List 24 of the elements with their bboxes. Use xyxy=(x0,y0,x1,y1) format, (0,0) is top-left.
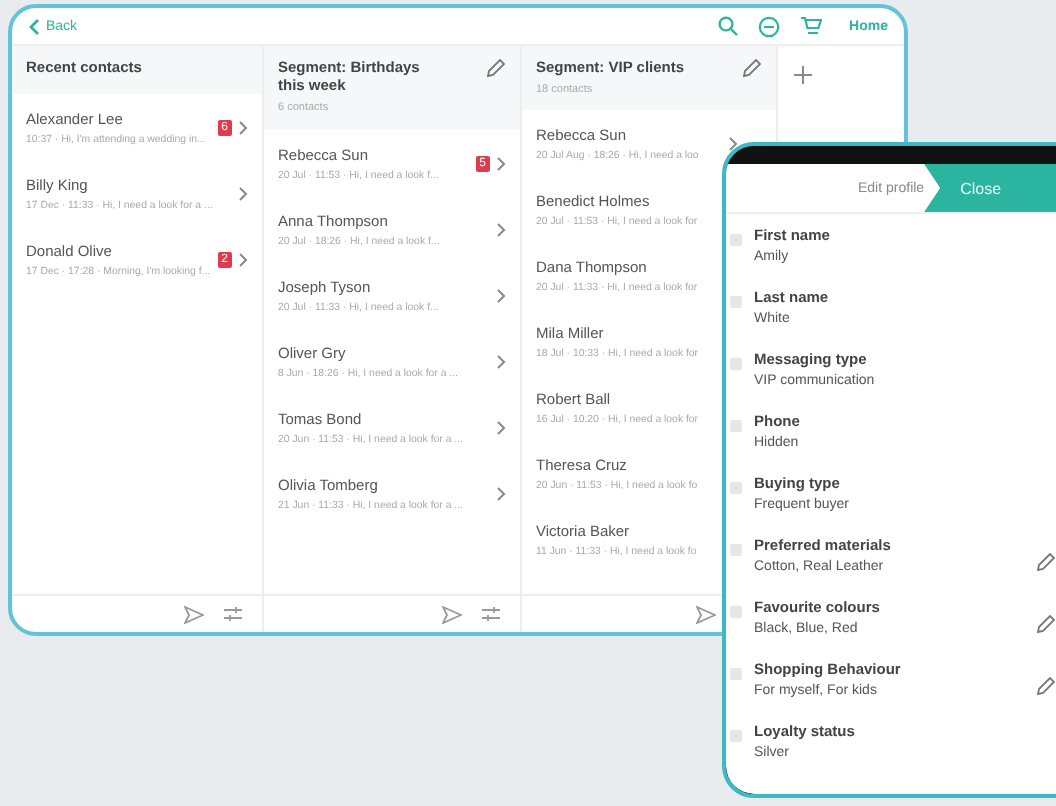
search-icon[interactable] xyxy=(717,16,738,36)
field-marker-icon xyxy=(730,730,742,742)
field-marker-icon xyxy=(730,668,742,680)
cart-icon[interactable] xyxy=(799,16,822,36)
send-icon[interactable] xyxy=(184,605,204,623)
pencil-icon[interactable] xyxy=(1036,613,1056,633)
pencil-icon[interactable] xyxy=(1036,675,1056,695)
field-marker-icon xyxy=(730,544,742,556)
back-chevron-icon[interactable] xyxy=(28,17,40,35)
send-icon[interactable] xyxy=(696,605,716,623)
send-icon[interactable] xyxy=(442,605,462,623)
field-marker-icon xyxy=(730,420,742,432)
field-marker-icon xyxy=(730,482,742,494)
field-marker-icon xyxy=(730,234,742,246)
field-marker-icon xyxy=(730,606,742,618)
sliders-icon[interactable] xyxy=(224,606,242,622)
pencil-icon[interactable] xyxy=(742,58,762,78)
field-marker-icon xyxy=(730,296,742,308)
pencil-icon[interactable] xyxy=(1036,551,1056,571)
pencil-icon[interactable] xyxy=(486,58,506,78)
field-marker-icon xyxy=(730,358,742,370)
minus-circle-icon[interactable] xyxy=(757,15,780,37)
sliders-icon[interactable] xyxy=(482,606,500,622)
plus-icon[interactable] xyxy=(794,66,812,84)
